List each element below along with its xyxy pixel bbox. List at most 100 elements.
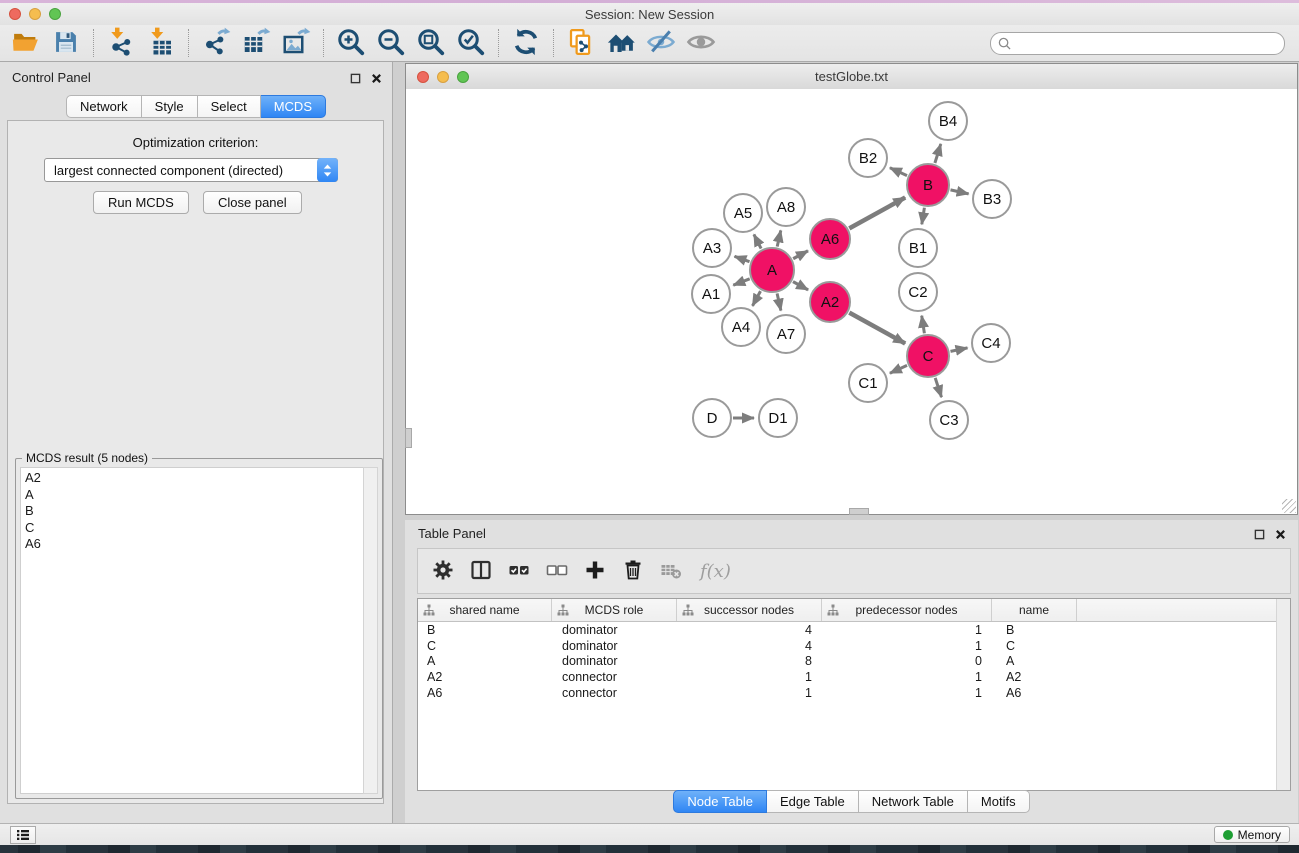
save-session-button[interactable] [46, 26, 86, 60]
node-C[interactable]: C [907, 335, 949, 377]
column-header-predecessor-nodes[interactable]: predecessor nodes [822, 599, 992, 621]
node-B2[interactable]: B2 [849, 139, 887, 177]
column-header-name[interactable]: name [992, 599, 1077, 621]
first-neighbors-icon [606, 27, 636, 60]
float-panel-icon[interactable] [1254, 527, 1265, 545]
node-C1[interactable]: C1 [849, 364, 887, 402]
node-B1[interactable]: B1 [899, 229, 937, 267]
delete-column-button[interactable] [616, 553, 650, 589]
show-all-button[interactable] [681, 26, 721, 60]
node-A2[interactable]: A2 [810, 282, 850, 322]
close-panel-icon[interactable] [371, 71, 382, 89]
zoom-fit-button[interactable] [411, 26, 451, 60]
close-panel-icon[interactable] [1275, 527, 1286, 545]
search-input[interactable] [1015, 34, 1279, 53]
node-A6[interactable]: A6 [810, 219, 850, 259]
network-view-window: testGlobe.txt AA1A2A3A4A5A6A7A8BB1B2B3B4… [405, 63, 1298, 515]
edge-B-B3 [951, 190, 969, 194]
node-A7[interactable]: A7 [767, 315, 805, 353]
table-row[interactable]: A2connector11A2 [418, 669, 1290, 685]
node-A3[interactable]: A3 [693, 229, 731, 267]
svg-text:D1: D1 [768, 410, 787, 427]
task-history-button[interactable] [10, 826, 36, 844]
tab-style[interactable]: Style [142, 95, 198, 118]
show-all-icon [686, 27, 716, 60]
mcds-result-item[interactable]: A [25, 487, 363, 504]
zoom-selected-button[interactable] [451, 26, 491, 60]
attribute-settings-button[interactable] [426, 553, 460, 589]
node-A5[interactable]: A5 [724, 194, 762, 232]
cell-shared-name: B [418, 623, 552, 637]
node-B3[interactable]: B3 [973, 180, 1011, 218]
node-D[interactable]: D [693, 399, 731, 437]
memory-button[interactable]: Memory [1214, 826, 1290, 843]
mcds-result-item[interactable]: C [25, 520, 363, 537]
add-column-icon [583, 558, 607, 585]
application-window: Session: New Session Control Panel Netwo… [0, 0, 1299, 853]
clone-network-button[interactable] [561, 26, 601, 60]
mcds-result-item[interactable]: A2 [25, 470, 363, 487]
node-B[interactable]: B [907, 164, 949, 206]
deselect-all-rows-button[interactable] [540, 553, 574, 589]
resize-grip[interactable] [1282, 499, 1296, 513]
result-scrollbar[interactable] [363, 467, 378, 794]
edge-B-B2 [890, 168, 907, 176]
table-scrollbar[interactable] [1276, 599, 1290, 790]
export-table-button[interactable] [236, 26, 276, 60]
splitter-nub-horizontal[interactable] [849, 508, 869, 515]
node-C4[interactable]: C4 [972, 324, 1010, 362]
table-row[interactable]: Bdominator41B [418, 622, 1290, 638]
import-table-button[interactable] [141, 26, 181, 60]
select-all-rows-button[interactable] [502, 553, 536, 589]
control-panel: Control Panel NetworkStyleSelectMCDS Opt… [0, 62, 393, 823]
edge-A-A7 [777, 293, 781, 310]
column-header-shared-name[interactable]: shared name [418, 599, 552, 621]
run-mcds-button[interactable]: Run MCDS [93, 191, 189, 214]
node-D1[interactable]: D1 [759, 399, 797, 437]
zoom-out-button[interactable] [371, 26, 411, 60]
node-A4[interactable]: A4 [722, 308, 760, 346]
splitter-nub-vertical[interactable] [405, 428, 412, 448]
mcds-result-item[interactable]: B [25, 503, 363, 520]
float-panel-icon[interactable] [350, 71, 361, 89]
first-neighbors-button[interactable] [601, 26, 641, 60]
export-image-button[interactable] [276, 26, 316, 60]
node-C3[interactable]: C3 [930, 401, 968, 439]
zoom-in-button[interactable] [331, 26, 371, 60]
node-C2[interactable]: C2 [899, 273, 937, 311]
apply-preferred-layout-button[interactable] [506, 26, 546, 60]
tab-motifs[interactable]: Motifs [968, 790, 1030, 813]
node-B4[interactable]: B4 [929, 102, 967, 140]
svg-text:D: D [707, 410, 718, 427]
table-row[interactable]: A6connector11A6 [418, 685, 1290, 701]
tab-edge-table[interactable]: Edge Table [767, 790, 859, 813]
column-layout-button[interactable] [464, 553, 498, 589]
mcds-result-item[interactable]: A6 [25, 536, 363, 553]
svg-text:A1: A1 [702, 286, 720, 303]
edge-A-A1 [733, 279, 749, 285]
delete-table-button[interactable] [654, 553, 688, 589]
hide-selected-button[interactable] [641, 26, 681, 60]
node-A8[interactable]: A8 [767, 188, 805, 226]
network-canvas[interactable]: A A1 A2 A3 A4 A5 A6 A7 A8 B B1 B2 B3 B4 C C1 C2 C3 C4 D D1 [406, 89, 1297, 514]
close-panel-button[interactable]: Close panel [203, 191, 302, 214]
tab-node-table[interactable]: Node Table [673, 790, 767, 813]
node-A[interactable]: A [750, 248, 794, 292]
function-builder-icon[interactable]: f(x) [700, 561, 731, 582]
table-row[interactable]: Cdominator41C [418, 638, 1290, 654]
optimization-criterion-label: Optimization criterion: [8, 135, 383, 150]
open-session-button[interactable] [6, 26, 46, 60]
export-network-button[interactable] [196, 26, 236, 60]
cell-predecessor-nodes: 1 [822, 686, 992, 700]
column-header-successor-nodes[interactable]: successor nodes [677, 599, 822, 621]
tab-select[interactable]: Select [198, 95, 261, 118]
tab-network[interactable]: Network [66, 95, 142, 118]
tab-mcds[interactable]: MCDS [261, 95, 326, 118]
import-network-button[interactable] [101, 26, 141, 60]
tab-network-table[interactable]: Network Table [859, 790, 968, 813]
add-column-button[interactable] [578, 553, 612, 589]
column-header-MCDS-role[interactable]: MCDS role [552, 599, 677, 621]
optimization-criterion-select[interactable]: largest connected component (directed) [44, 158, 338, 182]
node-A1[interactable]: A1 [692, 275, 730, 313]
table-row[interactable]: Adominator80A [418, 654, 1290, 670]
